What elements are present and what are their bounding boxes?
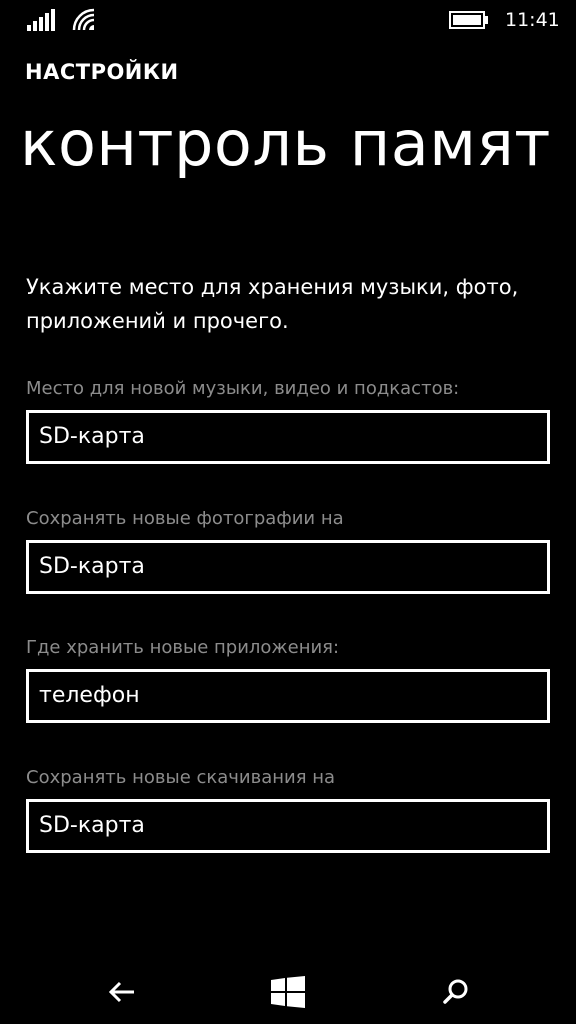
photos-location-label: Сохранять новые фотографии на: [26, 508, 344, 529]
back-button[interactable]: [82, 960, 162, 1024]
downloads-location-label: Сохранять новые скачивания на: [26, 767, 336, 788]
photos-location-value: SD-карта: [39, 554, 145, 579]
apps-location-label: Где хранить новые приложения:: [26, 637, 340, 658]
wifi-icon: [72, 8, 95, 31]
back-arrow-icon: [108, 981, 134, 1003]
battery-icon: [449, 11, 488, 29]
start-button[interactable]: [248, 960, 328, 1024]
status-clock: 11:41: [505, 9, 560, 31]
description-text: Укажите место для хранения музыки, фото,…: [26, 275, 519, 333]
status-bar: 11:41: [0, 0, 576, 40]
search-icon: [443, 979, 468, 1004]
apps-location-value: телефон: [39, 683, 140, 708]
search-button[interactable]: [416, 960, 496, 1024]
apps-location-picker[interactable]: телефон: [26, 669, 550, 723]
windows-logo-icon: [271, 976, 305, 1008]
navigation-bar: [0, 960, 576, 1024]
signal-icon: [27, 9, 55, 31]
music-location-value: SD-карта: [39, 424, 145, 449]
page-title: контроль памят: [20, 107, 551, 180]
downloads-location-picker[interactable]: SD-карта: [26, 799, 550, 853]
app-name: НАСТРОЙКИ: [25, 60, 179, 84]
music-location-label: Место для новой музыки, видео и подкасто…: [26, 378, 460, 399]
photos-location-picker[interactable]: SD-карта: [26, 540, 550, 594]
music-location-picker[interactable]: SD-карта: [26, 410, 550, 464]
downloads-location-value: SD-карта: [39, 813, 145, 838]
